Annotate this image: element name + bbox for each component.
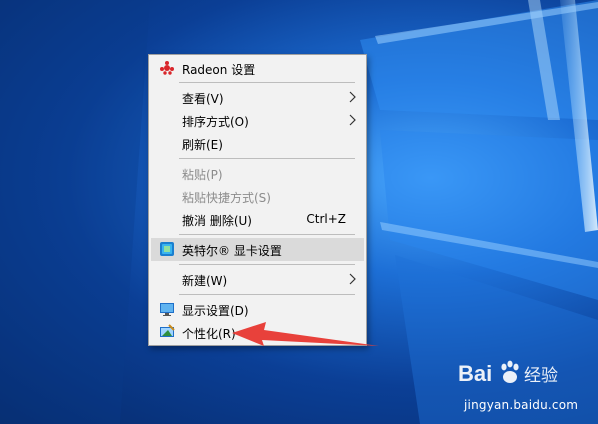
baidu-logo: Bai 经验	[458, 360, 558, 386]
menu-item-label: 粘贴(P)	[182, 168, 223, 182]
menu-item-label: Radeon 设置	[182, 63, 256, 77]
menu-separator	[179, 158, 355, 159]
menu-item-radeon-settings[interactable]: Radeon 设置	[151, 57, 364, 80]
desktop-context-menu: Radeon 设置 查看(V) 排序方式(O) 刷新(E) 粘贴(P) 粘贴快捷…	[148, 54, 367, 346]
chevron-right-icon	[349, 114, 356, 126]
menu-item-new[interactable]: 新建(W)	[151, 268, 364, 291]
menu-item-label: 个性化(R)	[182, 327, 236, 341]
menu-item-label: 显示设置(D)	[182, 304, 249, 318]
menu-item-label: 查看(V)	[182, 92, 224, 106]
paw-icon	[501, 360, 519, 383]
svg-text:经验: 经验	[524, 366, 558, 386]
menu-item-label: 撤消 删除(U)	[182, 214, 252, 228]
menu-item-view[interactable]: 查看(V)	[151, 86, 364, 109]
menu-item-label: 排序方式(O)	[182, 115, 249, 129]
menu-item-label: 英特尔® 显卡设置	[182, 244, 282, 258]
menu-item-display-settings[interactable]: 显示设置(D)	[151, 298, 364, 321]
shortcut-text: Ctrl+Z	[306, 212, 346, 226]
menu-item-label: 粘贴快捷方式(S)	[182, 191, 271, 205]
menu-item-paste-shortcut: 粘贴快捷方式(S)	[151, 185, 364, 208]
radeon-icon	[159, 60, 175, 76]
menu-item-refresh[interactable]: 刷新(E)	[151, 132, 364, 155]
menu-separator	[179, 264, 355, 265]
menu-item-sort-by[interactable]: 排序方式(O)	[151, 109, 364, 132]
display-icon	[159, 301, 175, 317]
menu-item-label: 刷新(E)	[182, 138, 223, 152]
svg-text:Bai: Bai	[458, 361, 492, 386]
menu-item-intel-graphics-settings[interactable]: 英特尔® 显卡设置	[151, 238, 364, 261]
menu-separator	[179, 234, 355, 235]
watermark-url: jingyan.baidu.com	[464, 398, 579, 412]
chevron-right-icon	[349, 273, 356, 285]
menu-item-label: 新建(W)	[182, 274, 228, 288]
menu-separator	[179, 82, 355, 83]
menu-item-personalize[interactable]: 个性化(R)	[151, 321, 364, 344]
menu-separator	[179, 294, 355, 295]
menu-item-paste: 粘贴(P)	[151, 162, 364, 185]
personalize-icon	[159, 324, 175, 340]
chevron-right-icon	[349, 91, 356, 103]
intel-graphics-icon	[159, 241, 175, 257]
menu-item-undo-delete[interactable]: 撤消 删除(U) Ctrl+Z	[151, 208, 364, 231]
